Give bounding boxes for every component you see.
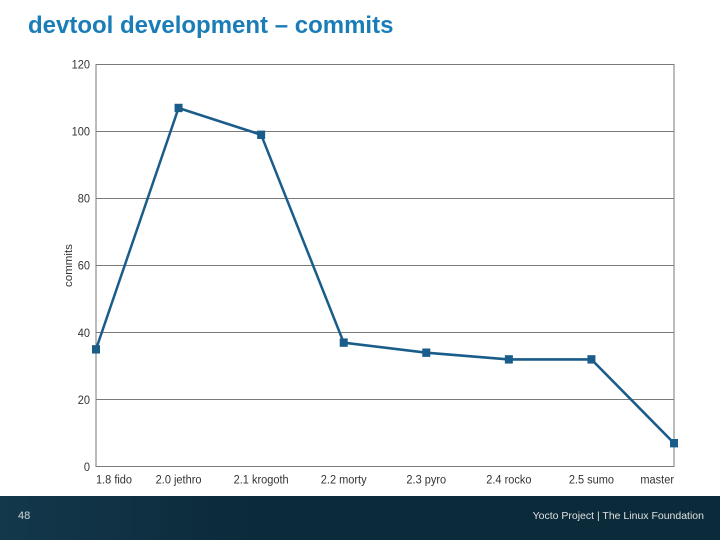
y-tick-label: 100 — [72, 126, 90, 138]
y-tick-label: 40 — [78, 328, 90, 340]
y-tick-label: 60 — [78, 261, 90, 273]
x-tick-label: 2.5 sumo — [569, 474, 614, 486]
chart-container: 0 20 40 60 80 100 120 1.8 fido 2.0 jethro 2.1 kro… — [0, 56, 720, 496]
data-marker — [258, 131, 265, 138]
data-line — [96, 108, 674, 443]
x-tick-label: 2.1 krogoth — [234, 474, 289, 486]
x-tick-label: 2.2 morty — [321, 474, 367, 486]
x-tick-label: 2.4 rocko — [486, 474, 531, 486]
data-marker — [93, 346, 100, 353]
footer-decoration — [0, 496, 260, 540]
y-axis-label: commits — [63, 244, 75, 287]
slide: devtool development – commits 0 20 40 60 80 1… — [0, 0, 720, 540]
x-tick-label: 2.0 jethro — [156, 474, 202, 486]
y-tick-label: 20 — [78, 395, 90, 407]
data-marker — [671, 440, 678, 447]
data-marker — [588, 356, 595, 363]
data-marker — [175, 104, 182, 111]
y-tick-label: 80 — [78, 193, 90, 205]
commits-line-chart: 0 20 40 60 80 100 120 1.8 fido 2.0 jethro 2.1 kro… — [60, 56, 680, 496]
x-tick-label: 2.3 pyro — [406, 474, 446, 486]
y-tick-label: 0 — [84, 462, 90, 474]
footer-bar: 48 Yocto Project | The Linux Foundation — [0, 496, 720, 540]
footer-credits: Yocto Project | The Linux Foundation — [533, 510, 704, 522]
y-tick-label: 120 — [72, 59, 90, 71]
data-marker — [423, 349, 430, 356]
data-marker — [340, 339, 347, 346]
x-tick-label: 1.8 fido — [96, 474, 132, 486]
page-title: devtool development – commits — [0, 0, 720, 56]
data-marker — [505, 356, 512, 363]
x-tick-label: master — [640, 474, 674, 486]
page-number: 48 — [18, 510, 30, 522]
